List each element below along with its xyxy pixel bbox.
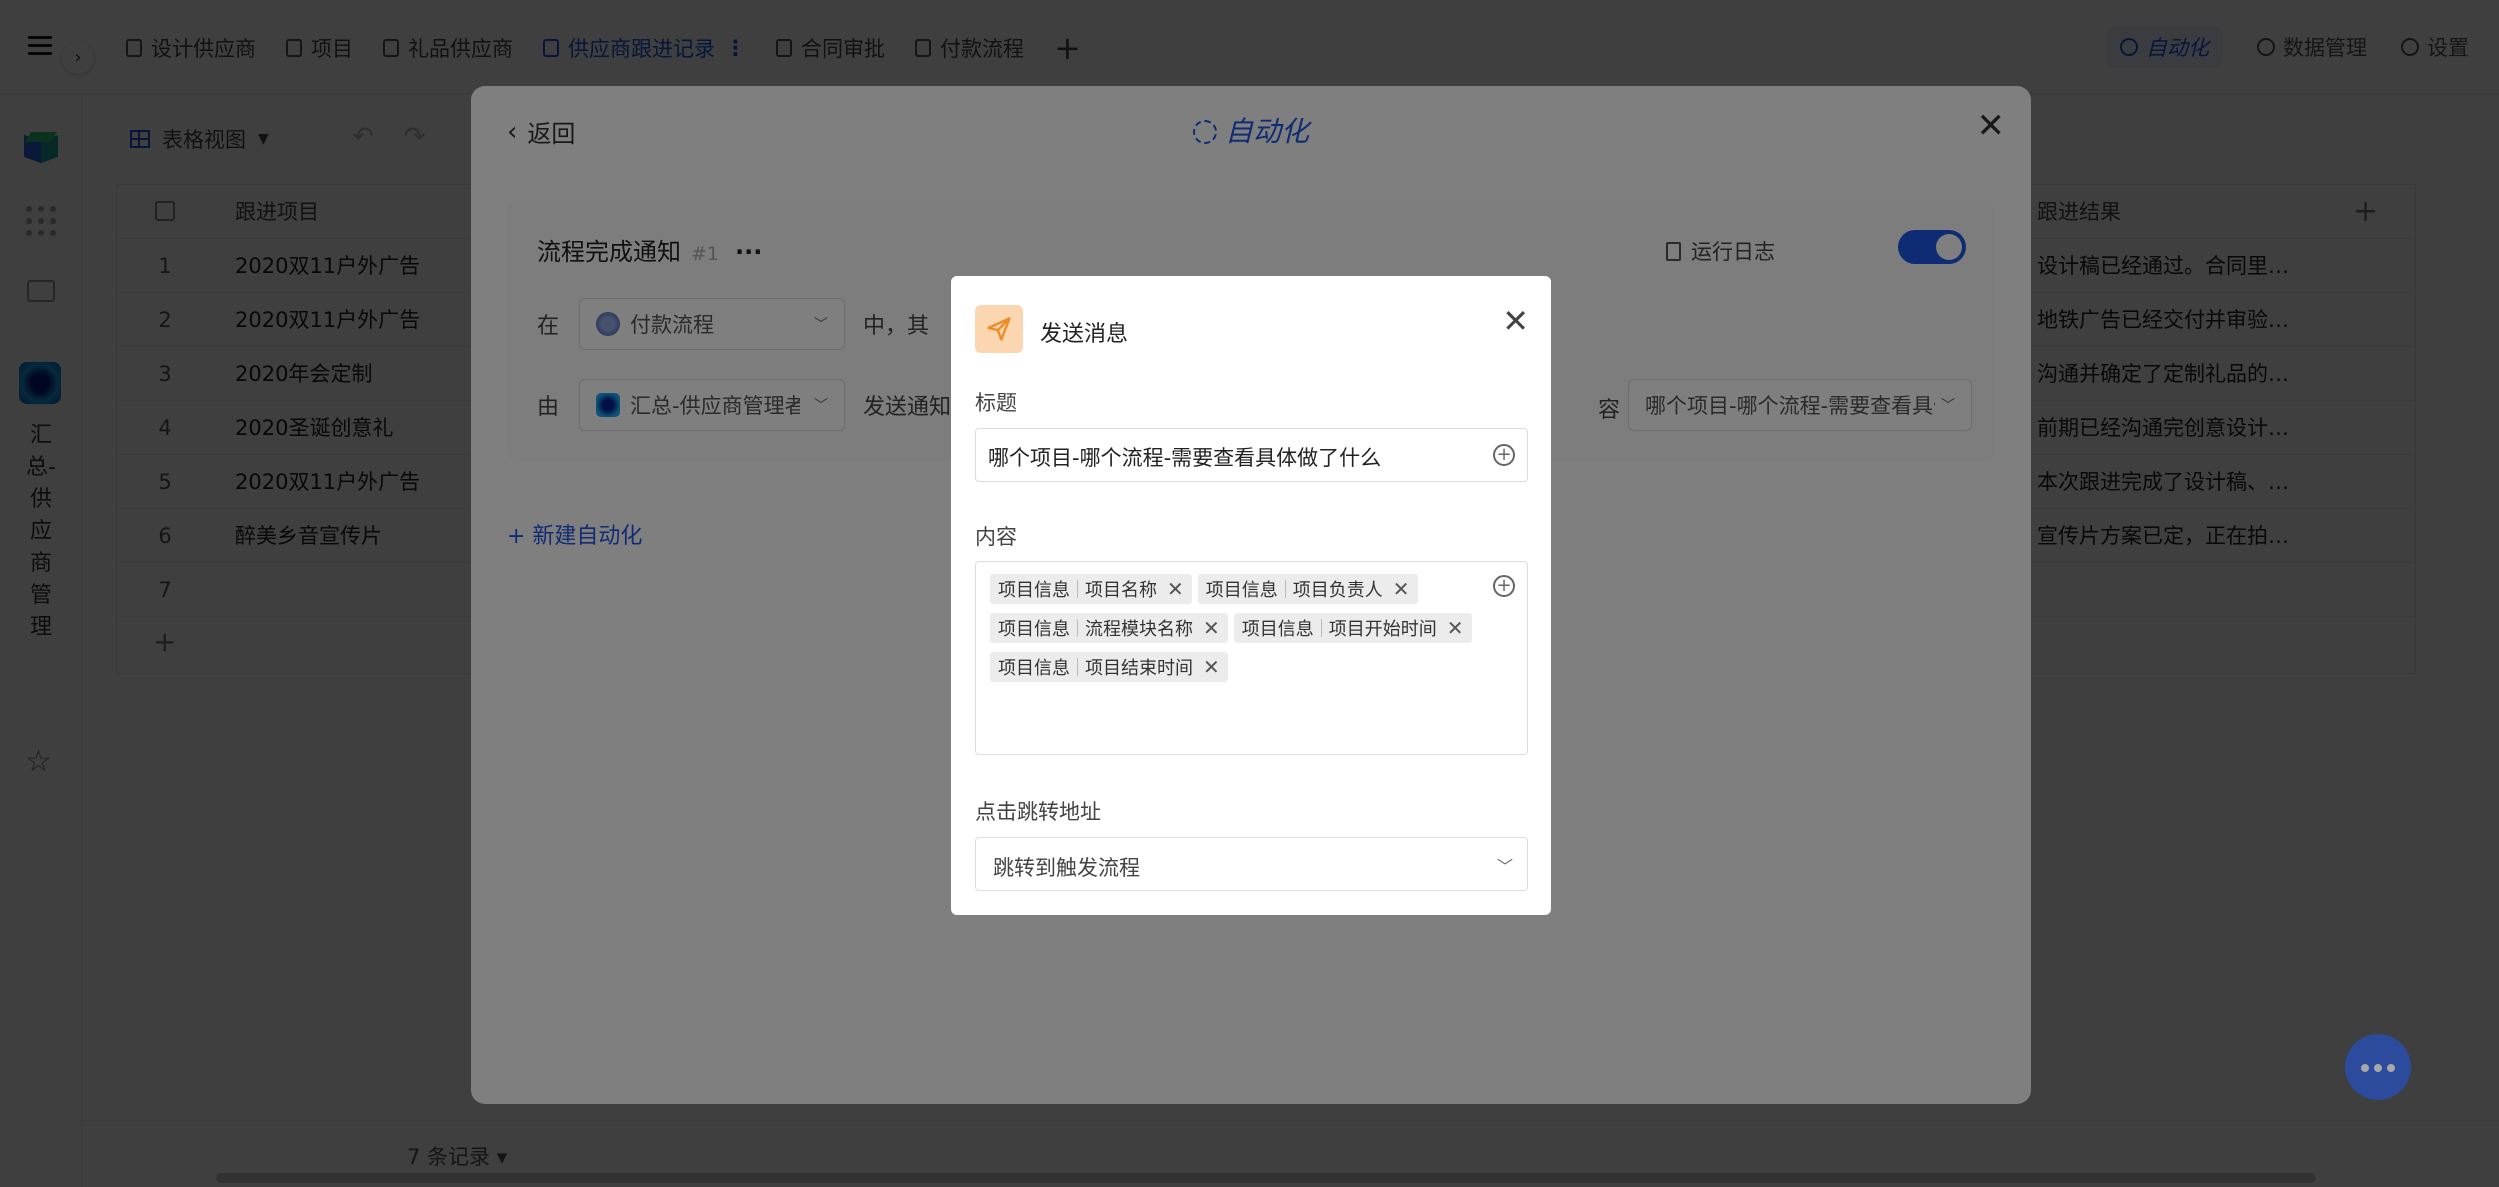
jump-url-select[interactable]: 跳转到触发流程 ﹀	[975, 837, 1528, 891]
content-label: 内容	[975, 525, 1017, 549]
title-label: 标题	[975, 391, 1017, 415]
field-tag: 项目信息 项目结束时间 ✕	[990, 652, 1228, 682]
chat-fab-button[interactable]	[2345, 1034, 2411, 1100]
remove-tag-icon[interactable]: ✕	[1203, 655, 1220, 679]
field-tag: 项目信息 项目开始时间 ✕	[1233, 613, 1472, 643]
remove-tag-icon[interactable]: ✕	[1203, 616, 1220, 640]
jump-label: 点击跳转地址	[975, 800, 1101, 824]
insert-field-icon[interactable]: +	[1493, 575, 1515, 597]
insert-field-icon[interactable]: +	[1493, 444, 1515, 466]
send-message-dialog: 发送消息 ✕ 标题 哪个项目-哪个流程-需要查看具体做了什么 + 内容 项目信息…	[951, 276, 1551, 915]
content-tags: 项目信息 项目名称 ✕ 项目信息 项目负责人 ✕ 项目信息 流程模块名称 ✕ 项目信息 项目开…	[990, 574, 1490, 691]
content-field[interactable]: 项目信息 项目名称 ✕ 项目信息 项目负责人 ✕ 项目信息 流程模块名称 ✕ 项目信息 项目开…	[975, 561, 1528, 755]
field-tag: 项目信息 项目负责人 ✕	[1197, 574, 1418, 604]
chevron-down-icon: ﹀	[1496, 857, 1513, 876]
dialog-title: 发送消息	[1040, 322, 1129, 347]
field-tag: 项目信息 项目名称 ✕	[990, 574, 1192, 604]
field-tag: 项目信息 流程模块名称 ✕	[990, 613, 1228, 643]
remove-tag-icon[interactable]: ✕	[1167, 577, 1184, 601]
title-field[interactable]: 哪个项目-哪个流程-需要查看具体做了什么 +	[975, 428, 1528, 482]
remove-tag-icon[interactable]: ✕	[1393, 577, 1410, 601]
remove-tag-icon[interactable]: ✕	[1447, 616, 1464, 640]
close-icon[interactable]: ✕	[1502, 302, 1529, 340]
send-icon	[975, 305, 1023, 353]
